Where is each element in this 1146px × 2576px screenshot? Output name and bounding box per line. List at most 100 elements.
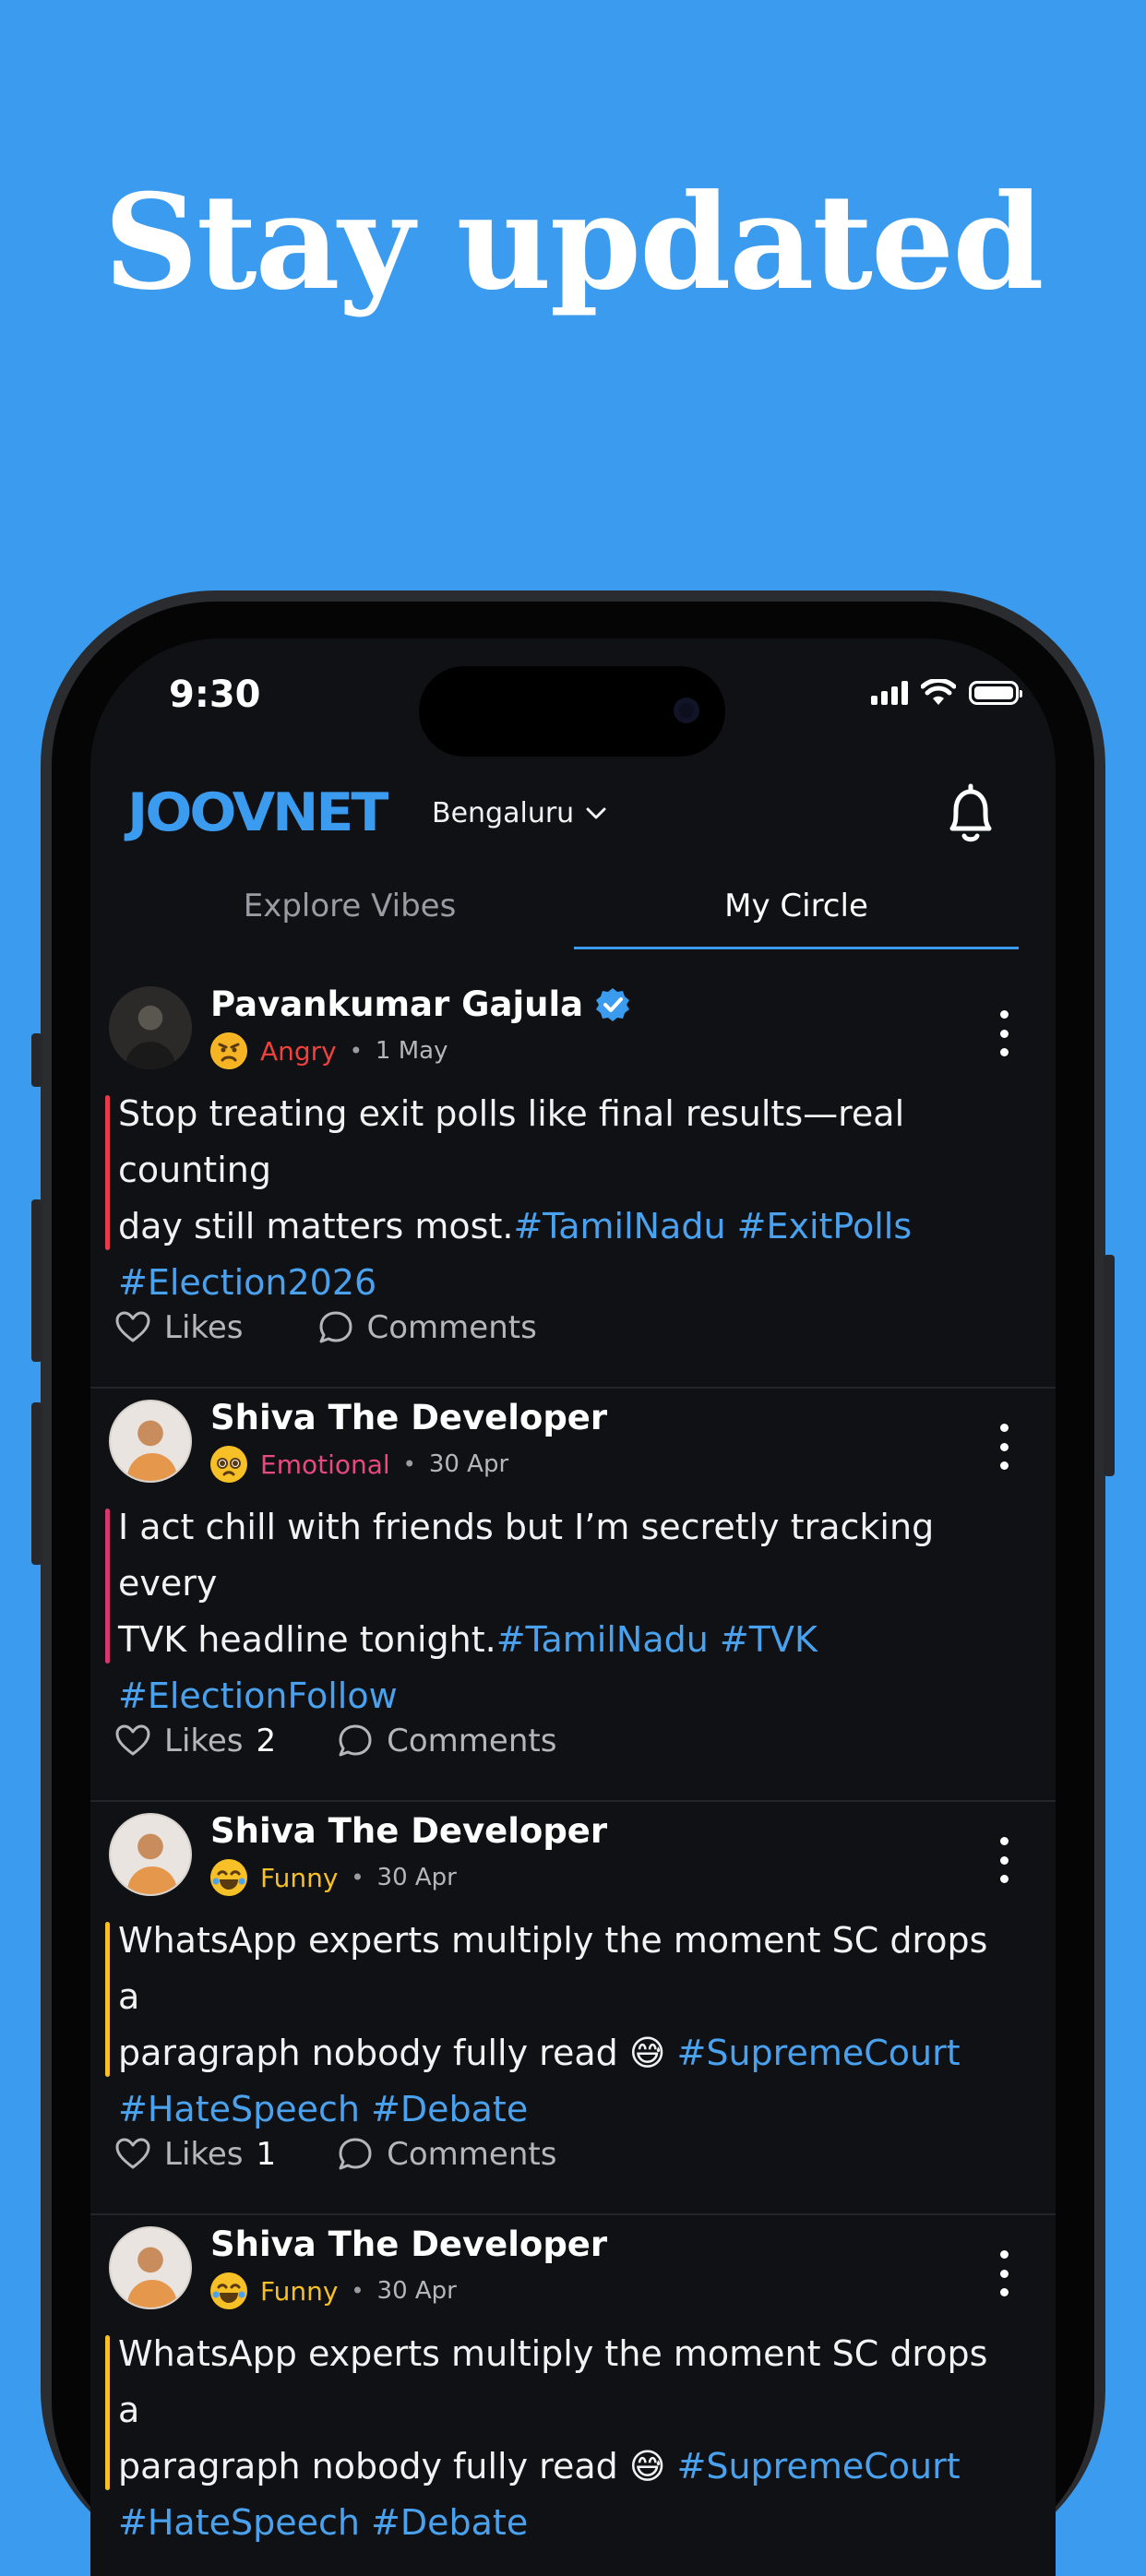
likes-label: Likes xyxy=(164,1309,244,1346)
post-text-line: paragraph nobody fully read 😅 xyxy=(118,2446,677,2487)
power-button xyxy=(1104,1255,1115,1476)
post-text-line: I act chill with friends but I’m secretl… xyxy=(118,1507,935,1604)
like-button[interactable]: Likes 1 xyxy=(114,2136,276,2173)
post-author[interactable]: Shiva The Developer xyxy=(210,1811,607,1851)
hashtag-link[interactable]: #TamilNadu #ExitPolls xyxy=(513,1206,912,1246)
app-screen: 9:30 JOOVNET Bengaluru Explore Vibes My … xyxy=(90,638,1056,2576)
post-text-line: WhatsApp experts multiply the moment SC … xyxy=(118,1920,988,2017)
post-text: I act chill with friends but I’m secretl… xyxy=(105,1499,1004,1724)
more-options-icon[interactable] xyxy=(998,1424,1009,1470)
hashtag-link[interactable]: #TamilNadu #TVK xyxy=(496,1619,818,1660)
signal-icon xyxy=(871,681,908,705)
heart-icon xyxy=(115,1311,150,1342)
post-text-line: Stop treating exit polls like final resu… xyxy=(118,1093,905,1190)
comment-icon xyxy=(339,2138,372,2170)
post-author[interactable]: Pavankumar Gajula xyxy=(210,984,631,1024)
wifi-icon xyxy=(921,679,956,705)
hashtag-link[interactable]: #HateSpeech #Debate xyxy=(118,2089,528,2129)
post-card[interactable]: Pavankumar Gajula Angry • 1 May Stop tre… xyxy=(90,975,1056,1389)
dynamic-island xyxy=(419,666,725,757)
more-options-icon[interactable] xyxy=(998,2250,1009,2296)
post-text: Stop treating exit polls like final resu… xyxy=(105,1086,1004,1311)
hashtag-link[interactable]: #HateSpeech #Debate xyxy=(118,2502,528,2543)
status-icons xyxy=(871,679,1022,707)
author-name: Pavankumar Gajula xyxy=(210,984,584,1024)
avatar[interactable] xyxy=(109,1813,192,1896)
post-feed: Pavankumar Gajula Angry • 1 May Stop tre… xyxy=(90,975,1056,2576)
status-time: 9:30 xyxy=(169,674,261,716)
battery-icon xyxy=(969,681,1022,705)
volume-down-button xyxy=(31,1402,42,1565)
mood-bar xyxy=(105,2335,110,2490)
tab-my-circle[interactable]: My Circle xyxy=(574,880,1019,949)
hashtag-link[interactable]: #Election2026 xyxy=(118,1262,376,1303)
post-date: 1 May xyxy=(375,1037,448,1065)
post-text-line: paragraph nobody fully read 😅 xyxy=(118,2033,677,2073)
post-date: 30 Apr xyxy=(428,1450,509,1478)
more-options-icon[interactable] xyxy=(998,1010,1009,1056)
bell-icon[interactable] xyxy=(941,782,1000,847)
separator-dot: • xyxy=(351,1865,364,1890)
laughing-face-icon xyxy=(210,2272,247,2309)
post-author[interactable]: Shiva The Developer xyxy=(210,2224,607,2264)
avatar[interactable] xyxy=(109,986,192,1069)
mood-bar xyxy=(105,1922,110,2077)
heart-icon xyxy=(115,2138,150,2169)
comment-button[interactable]: Comments xyxy=(317,1309,537,1346)
hashtag-link[interactable]: #ElectionFollow xyxy=(118,1676,398,1716)
like-button[interactable]: Likes 2 xyxy=(114,1723,276,1759)
separator-dot: • xyxy=(349,1038,363,1064)
hashtag-link[interactable]: #SupremeCourt xyxy=(677,2033,961,2073)
headline: Stay updated xyxy=(103,166,1044,319)
mood-label: Funny xyxy=(260,2275,339,2307)
heart-icon xyxy=(115,1724,150,1756)
chevron-down-icon xyxy=(586,807,606,818)
post-author[interactable]: Shiva The Developer xyxy=(210,1398,607,1437)
post-card[interactable]: Shiva The Developer Funny • 30 Apr Whats… xyxy=(90,1802,1056,2215)
comment-icon xyxy=(319,1311,352,1343)
likes-count: 1 xyxy=(256,2136,277,2173)
author-name: Shiva The Developer xyxy=(210,2224,608,2264)
post-actions: Likes 2 Comments xyxy=(114,1723,617,1759)
location-selector[interactable]: Bengaluru xyxy=(432,797,607,829)
comments-label: Comments xyxy=(387,2136,557,2173)
mood-bar xyxy=(105,1095,110,1250)
post-card[interactable]: Shiva The Developer Emotional • 30 Apr I… xyxy=(90,1389,1056,1802)
post-date: 30 Apr xyxy=(376,2277,457,2305)
mood-label: Funny xyxy=(260,1862,339,1893)
like-button[interactable]: Likes xyxy=(114,1309,257,1346)
likes-label: Likes xyxy=(164,1723,244,1759)
comment-icon xyxy=(339,1724,372,1757)
post-actions: Likes Comments xyxy=(114,1309,598,1346)
comments-label: Comments xyxy=(387,1723,557,1759)
post-card[interactable]: Shiva The Developer Funny • 30 Apr Whats… xyxy=(90,2215,1056,2576)
comment-button[interactable]: Comments xyxy=(337,2136,556,2173)
likes-label: Likes xyxy=(164,2136,244,2173)
mood-label: Angry xyxy=(260,1035,337,1067)
pleading-face-icon xyxy=(210,1446,247,1483)
app-header: JOOVNET Bengaluru xyxy=(90,777,1056,860)
post-actions: Likes 1 Comments xyxy=(114,2136,617,2173)
volume-up-button xyxy=(31,1199,42,1362)
app-logo[interactable]: JOOVNET xyxy=(127,782,388,844)
author-name: Shiva The Developer xyxy=(210,1811,608,1851)
action-button xyxy=(31,1033,42,1087)
avatar[interactable] xyxy=(109,2226,192,2309)
post-meta: Funny • 30 Apr xyxy=(210,1859,457,1896)
feed-tabs: Explore Vibes My Circle xyxy=(90,880,1056,952)
likes-count: 2 xyxy=(256,1723,277,1759)
post-text-line: day still matters most. xyxy=(118,1206,514,1246)
post-date: 30 Apr xyxy=(376,1864,457,1891)
post-meta: Angry • 1 May xyxy=(210,1032,448,1069)
mood-label: Emotional xyxy=(260,1449,390,1480)
laughing-face-icon xyxy=(210,1859,247,1896)
comment-button[interactable]: Comments xyxy=(337,1723,556,1759)
more-options-icon[interactable] xyxy=(998,1837,1009,1883)
separator-dot: • xyxy=(402,1451,416,1477)
tab-explore-vibes[interactable]: Explore Vibes xyxy=(127,880,572,947)
avatar[interactable] xyxy=(109,1400,192,1483)
post-text: WhatsApp experts multiply the moment SC … xyxy=(105,2326,1004,2551)
post-text-line: TVK headline tonight. xyxy=(118,1619,496,1660)
angry-face-icon xyxy=(210,1032,247,1069)
hashtag-link[interactable]: #SupremeCourt xyxy=(677,2446,961,2487)
